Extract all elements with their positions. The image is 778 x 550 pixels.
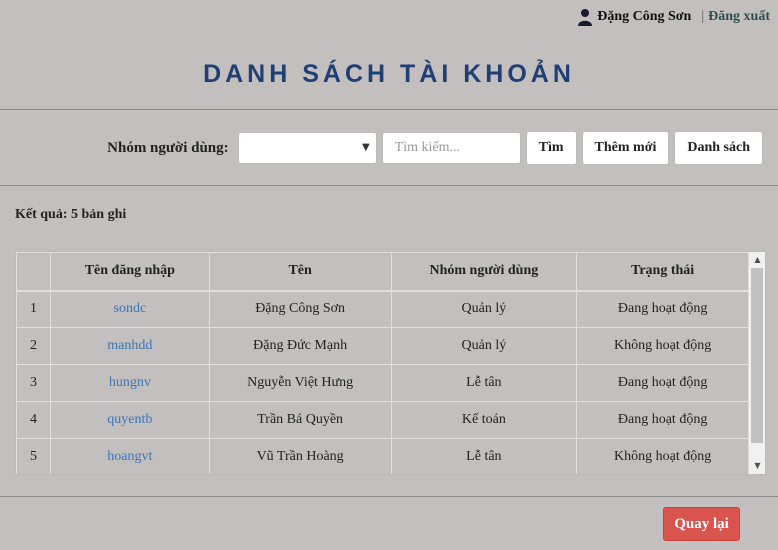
table-row: 2 manhdd Đặng Đức Mạnh Quản lý Không hoạ…: [16, 327, 749, 365]
full-name: Nguyễn Việt Hưng: [208, 364, 392, 402]
table-row: 1 sondc Đặng Công Sơn Quản lý Đang hoạt …: [16, 290, 749, 328]
user-group: Quản lý: [390, 327, 578, 365]
search-input[interactable]: [381, 132, 521, 164]
scroll-down-icon[interactable]: ▼: [749, 458, 765, 474]
column-header-name: Tên: [208, 252, 392, 291]
user-bar: Đặng Công Sơn | Đăng xuất: [577, 8, 770, 26]
row-index: 1: [16, 290, 51, 328]
column-header-login: Tên đăng nhập: [49, 252, 210, 291]
user-name: Đặng Công Sơn: [597, 9, 692, 24]
chevron-down-icon: ▼: [361, 142, 370, 153]
accounts-table-container: Tên đăng nhập Tên Nhóm người dùng Trạng …: [15, 251, 766, 475]
login-link[interactable]: quyentb: [107, 412, 152, 427]
logout-link[interactable]: Đăng xuất: [708, 9, 770, 25]
user-icon: [577, 8, 593, 26]
list-button[interactable]: Danh sách: [674, 131, 763, 165]
filter-bar: Nhóm người dùng: ▼ Tìm Thêm mới Danh sác…: [107, 131, 763, 165]
scrollbar-thumb[interactable]: [751, 268, 763, 443]
status: Đang hoạt động: [576, 401, 749, 439]
divider: [0, 185, 778, 186]
row-index: 3: [16, 364, 51, 402]
status: Không hoạt động: [576, 438, 749, 474]
user-group: Lễ tân: [390, 438, 578, 474]
result-count: Kết quả: 5 bản ghi: [15, 207, 127, 222]
login-link[interactable]: manhdd: [107, 338, 152, 353]
status: Đang hoạt động: [576, 364, 749, 402]
row-index: 4: [16, 401, 51, 439]
row-index: 5: [16, 438, 51, 474]
login-link[interactable]: hungnv: [109, 375, 151, 390]
user-group: Quản lý: [390, 290, 578, 328]
column-header-group: Nhóm người dùng: [390, 252, 578, 291]
table-row: 4 quyentb Trần Bá Quyền Kế toán Đang hoạ…: [16, 401, 749, 439]
table-header-row: Tên đăng nhập Tên Nhóm người dùng Trạng …: [16, 252, 749, 291]
scroll-up-icon[interactable]: ▲: [749, 252, 765, 268]
search-button[interactable]: Tìm: [525, 131, 577, 165]
table-row: 3 hungnv Nguyễn Việt Hưng Lễ tân Đang ho…: [16, 364, 749, 402]
add-new-button[interactable]: Thêm mới: [581, 131, 670, 165]
column-header-status: Trạng thái: [576, 252, 749, 291]
group-select[interactable]: ▼: [237, 132, 377, 164]
page-title: DANH SÁCH TÀI KHOẢN: [203, 60, 575, 88]
row-index: 2: [16, 327, 51, 365]
group-filter-label: Nhóm người dùng:: [107, 139, 229, 156]
user-group: Kế toán: [390, 401, 578, 439]
column-header-index: [16, 252, 51, 291]
full-name: Trần Bá Quyền: [208, 401, 392, 439]
status: Không hoạt động: [576, 327, 749, 365]
divider: [0, 496, 778, 497]
user-group: Lễ tân: [390, 364, 578, 402]
back-button[interactable]: Quay lại: [663, 507, 740, 541]
table-scrollbar[interactable]: ▲ ▼: [748, 252, 765, 474]
table-row: 5 hoangvt Vũ Trần Hoàng Lễ tân Không hoạ…: [16, 438, 749, 474]
login-link[interactable]: hoangvt: [107, 449, 152, 464]
full-name: Vũ Trần Hoàng: [208, 438, 392, 474]
divider: [0, 109, 778, 110]
full-name: Đặng Đức Mạnh: [208, 327, 392, 365]
login-link[interactable]: sondc: [114, 301, 147, 316]
full-name: Đặng Công Sơn: [208, 290, 392, 328]
accounts-table: Tên đăng nhập Tên Nhóm người dùng Trạng …: [16, 252, 749, 474]
separator: |: [701, 9, 705, 24]
status: Đang hoạt động: [576, 290, 749, 328]
